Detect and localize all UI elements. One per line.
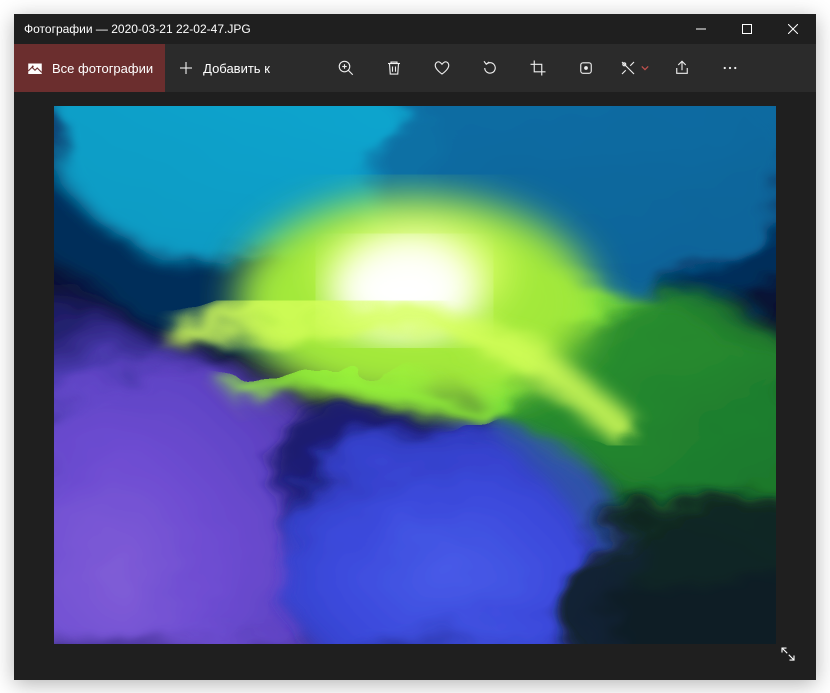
more-button[interactable]	[706, 44, 754, 92]
titlebar[interactable]: Фотографии — 2020-03-21 22-02-47.JPG	[14, 14, 816, 44]
photo-image	[54, 106, 776, 644]
rotate-icon	[481, 59, 499, 77]
window-controls	[678, 14, 816, 44]
share-icon	[673, 59, 691, 77]
all-photos-button[interactable]: Все фотографии	[14, 44, 165, 92]
maximize-button[interactable]	[724, 14, 770, 44]
toolbar: Все фотографии Добавить к	[14, 44, 816, 92]
plus-icon	[177, 59, 195, 77]
minimize-button[interactable]	[678, 14, 724, 44]
spot-fix-button[interactable]	[562, 44, 610, 92]
close-button[interactable]	[770, 14, 816, 44]
add-to-label: Добавить к	[203, 61, 270, 76]
crop-button[interactable]	[514, 44, 562, 92]
viewer-area[interactable]	[14, 92, 816, 680]
delete-button[interactable]	[370, 44, 418, 92]
rotate-button[interactable]	[466, 44, 514, 92]
fullscreen-icon	[779, 645, 797, 663]
trash-icon	[385, 59, 403, 77]
zoom-button[interactable]	[322, 44, 370, 92]
window-title: Фотографии — 2020-03-21 22-02-47.JPG	[24, 22, 678, 36]
more-icon	[721, 59, 739, 77]
add-to-button[interactable]: Добавить к	[165, 44, 282, 92]
favorite-button[interactable]	[418, 44, 466, 92]
fullscreen-button[interactable]	[774, 640, 802, 668]
share-button[interactable]	[658, 44, 706, 92]
heart-icon	[433, 59, 451, 77]
zoom-in-icon	[337, 59, 355, 77]
chevron-down-icon	[641, 64, 649, 72]
spot-fix-icon	[577, 59, 595, 77]
app-window: Фотографии — 2020-03-21 22-02-47.JPG Все…	[14, 14, 816, 680]
collection-icon	[26, 59, 44, 77]
edit-tools-icon	[619, 59, 637, 77]
all-photos-label: Все фотографии	[52, 61, 153, 76]
crop-icon	[529, 59, 547, 77]
edit-button[interactable]	[610, 44, 658, 92]
